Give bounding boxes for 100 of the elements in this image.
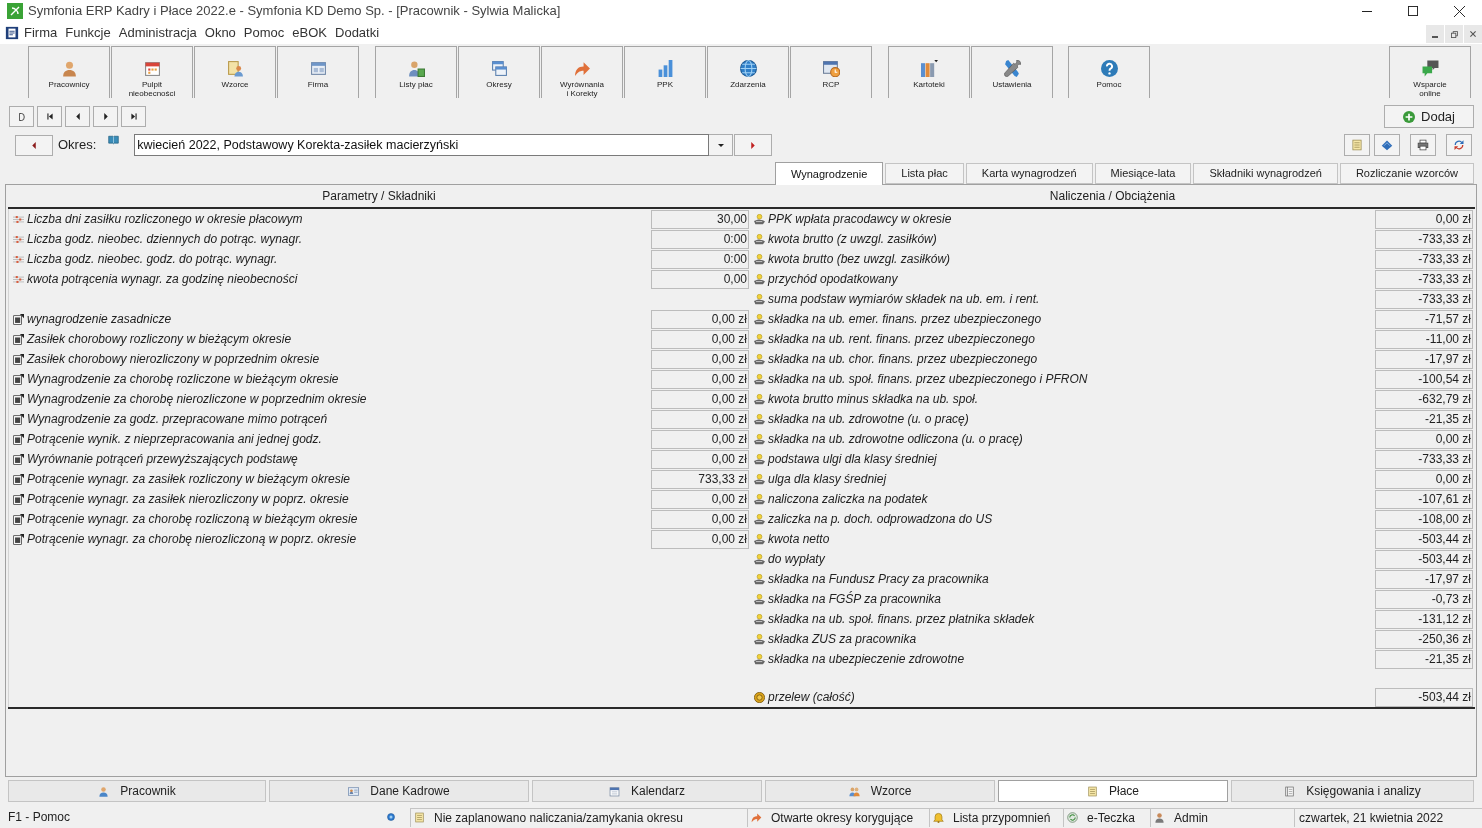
hand-coin-icon [754,553,765,565]
toolbar-button[interactable]: Pracownicy [28,46,110,98]
amount-field: 0,00 zł [651,490,749,509]
logo-icon [7,3,23,19]
document-icon [13,313,24,325]
menu-item[interactable]: eBOK [288,23,331,43]
amount-field: 0,00 zł [651,510,749,529]
bottom-tab[interactable]: Kalendarz [532,780,762,802]
windows-icon [490,60,508,77]
navigation-button[interactable] [93,106,118,127]
notepad-icon [414,812,425,823]
charge-label: kwota brutto (bez uwzgl. zasiłków) [768,251,952,268]
amount-field: 0,00 zł [651,410,749,429]
toolbar-button[interactable]: Okresy [458,46,540,98]
id-card-icon [348,785,360,797]
toolbar-button[interactable]: PPK [624,46,706,98]
person-icon [98,785,110,797]
menu-item[interactable]: Dodatki [331,23,384,43]
amount-field: 0,00 zł [651,390,749,409]
hand-coin-icon [754,513,765,525]
component-label: Potrącenie wynik. z nieprzepracowania ani jednej godz. [27,431,323,448]
d-shape-icon [18,112,25,121]
navigation-button[interactable] [65,106,90,127]
menu-item[interactable]: Administracja [114,23,201,43]
close-button[interactable] [1464,25,1482,43]
window-icon [309,60,327,77]
toolbar-button[interactable]: Wzorce [194,46,276,98]
hand-coin-icon [754,593,765,605]
column-header: Naliczenia / Obciążenia [1049,188,1176,205]
hand-coin-icon [754,293,765,305]
toolbar-button[interactable]: Kartoteki [888,46,970,98]
previous-icon [32,141,36,149]
component-label: Wynagrodzenie za chorobę rozliczone w bieżącym okresie [27,371,340,388]
amount-field: 0,00 zł [1375,430,1473,449]
toolbar-button[interactable]: Wsparcie online [1389,46,1471,98]
toolbar-button[interactable]: Firma [277,46,359,98]
tab[interactable]: Miesiące-lata [1094,163,1192,184]
amount-field: -17,97 zł [1375,350,1473,369]
hand-coin-icon [754,233,765,245]
slider-lines-icon [13,273,24,285]
bottom-tab[interactable]: Wzorce [765,780,995,802]
charge-label: kwota brutto minus składka na ub. społ. [768,391,980,408]
speech-bubbles-icon [1421,60,1439,77]
close-icon [1453,5,1465,17]
menu-item[interactable]: Pomoc [239,23,289,43]
amount-field: 0,00 zł [1375,210,1473,229]
previous-icon [75,113,80,120]
amount-field: -733,33 zł [1375,230,1473,249]
menu-item[interactable]: Funkcje [61,23,115,43]
printer-icon [1417,139,1429,151]
amount-field: 0,00 zł [651,430,749,449]
toolbar-button[interactable]: RCP [790,46,872,98]
bottom-tab[interactable]: Płace [998,780,1228,802]
toolbar-button[interactable]: Wyrównania i Korekty [541,46,623,98]
toolbar-button[interactable] [1374,134,1400,156]
amount-field: -632,79 zł [1375,390,1473,409]
close-icon [1470,31,1476,37]
tab[interactable]: Wynagrodzenie [774,162,884,185]
amount-field: 0:00 [651,230,749,249]
bottom-tab[interactable]: Dane Kadrowe [269,780,529,802]
amount-field: -503,44 zł [1375,530,1473,549]
period-field[interactable]: kwiecień 2022, Podstawowy Korekta-zasiłek macierzyński [134,134,710,156]
component-label: Potrącenie wynagr. za chorobę nierozliczoną w poprz. okresie [27,531,358,548]
help-icon [1100,60,1118,77]
toolbar-button[interactable]: Listy płac [375,46,457,98]
component-label: Wyrównanie potrąceń przewyższających podstawę [27,451,299,468]
menu-item[interactable]: Firma [20,23,62,43]
toolbar-button[interactable]: Pomoc [1068,46,1150,98]
toolbar-button[interactable]: Pulpit nieobecności [111,46,193,98]
charge-label: składka na ub. społ. finans. przez ubezpieczonego i PFRON [768,371,1089,388]
hand-coin-icon [754,453,765,465]
calendar-icon [608,785,620,797]
tab[interactable]: Karta wynagrodzeń [965,163,1093,184]
toolbar-button[interactable] [1446,134,1472,156]
navigation-button[interactable] [9,106,34,127]
curved-arrow-icon [751,812,762,823]
menu-item[interactable]: Okno [200,23,240,43]
navigation-button[interactable] [37,106,62,127]
component-label: wynagrodzenie zasadnicze [27,311,173,328]
dropdown-button[interactable] [709,134,734,156]
toolbar-button[interactable]: Ustawienia [971,46,1053,98]
charge-label: składka na ub. zdrowotne odliczona (u. o pracę) [768,431,1024,448]
bottom-tab[interactable]: Księgowania i analizy [1231,780,1474,802]
component-label: Zasiłek chorobowy nierozliczony w poprzednim okresie [27,351,321,368]
navigation-button[interactable] [121,106,146,127]
charge-label: suma podstaw wymiarów składek na ub. em. i rent. [768,291,1041,308]
restore-button[interactable] [1445,25,1463,43]
hand-coin-icon [754,433,765,445]
document-icon [13,353,24,365]
tab[interactable]: Składniki wynagrodzeń [1193,163,1338,184]
bottom-tab[interactable]: Pracownik [8,780,266,802]
add-button[interactable]: Dodaj [1384,105,1474,128]
status-text: e-Teczka [1087,809,1136,827]
amount-field: -21,35 zł [1375,410,1473,429]
tab[interactable]: Lista płac [885,163,964,184]
toolbar-button[interactable]: Zdarzenia [707,46,789,98]
minimize-button[interactable] [1426,25,1444,43]
tab[interactable]: Rozliczanie wzorców [1339,163,1474,184]
toolbar-button[interactable] [1410,134,1436,156]
notepad-icon [1351,139,1363,151]
